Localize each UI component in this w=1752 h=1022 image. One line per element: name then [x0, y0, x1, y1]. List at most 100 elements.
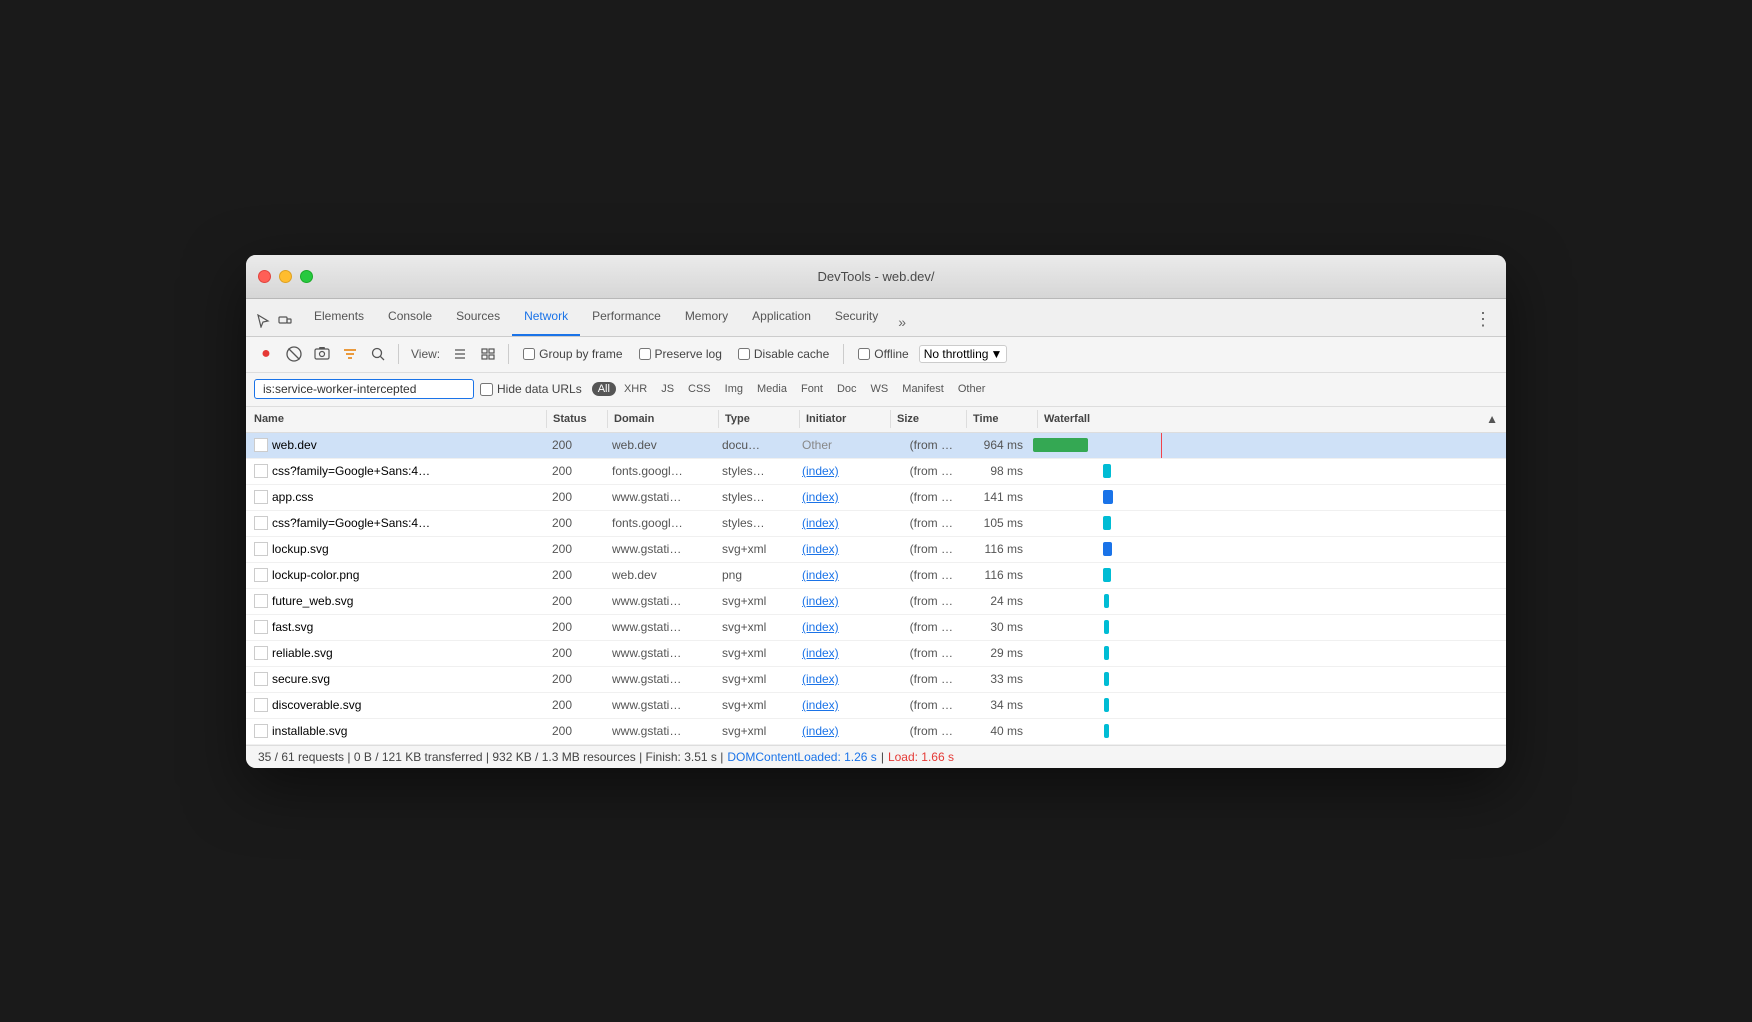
cell-initiator[interactable]: (index) — [796, 672, 886, 686]
col-header-domain[interactable]: Domain — [608, 413, 718, 425]
table-row[interactable]: lockup-color.png 200 web.dev png (index)… — [246, 563, 1506, 589]
throttle-label: No throttling — [924, 347, 989, 361]
filter-type-media[interactable]: Media — [751, 382, 793, 396]
col-header-time[interactable]: Time — [967, 413, 1037, 425]
filter-type-xhr[interactable]: XHR — [618, 382, 653, 396]
cell-domain: fonts.googl… — [606, 464, 716, 478]
col-header-status[interactable]: Status — [547, 413, 607, 425]
col-header-initiator[interactable]: Initiator — [800, 413, 890, 425]
device-icon[interactable] — [276, 312, 294, 330]
tab-security[interactable]: Security — [823, 299, 890, 336]
filter-type-css[interactable]: CSS — [682, 382, 717, 396]
preserve-log-checkbox[interactable] — [639, 348, 651, 360]
cursor-icon[interactable] — [254, 312, 272, 330]
minimize-button[interactable] — [279, 270, 292, 283]
cell-initiator[interactable]: (index) — [796, 594, 886, 608]
file-name: lockup.svg — [272, 542, 329, 556]
cell-waterfall — [1031, 614, 1506, 640]
tab-elements[interactable]: Elements — [302, 299, 376, 336]
status-separator: | — [881, 750, 884, 764]
record-button[interactable]: ● — [254, 342, 278, 366]
offline-checkbox[interactable] — [858, 348, 870, 360]
screenshot-button[interactable] — [310, 342, 334, 366]
table-row[interactable]: future_web.svg 200 www.gstati… svg+xml (… — [246, 589, 1506, 615]
cell-initiator[interactable]: (index) — [796, 542, 886, 556]
toolbar-separator-1 — [398, 344, 399, 364]
tab-more-button[interactable]: ⋮ — [1468, 309, 1498, 330]
cell-initiator[interactable]: (index) — [796, 464, 886, 478]
filter-input[interactable] — [254, 379, 474, 399]
cell-name: future_web.svg — [246, 594, 546, 608]
cell-initiator[interactable]: (index) — [796, 698, 886, 712]
filter-toggle-button[interactable] — [338, 342, 362, 366]
clear-button[interactable] — [282, 342, 306, 366]
col-header-type[interactable]: Type — [719, 413, 799, 425]
hide-data-urls-checkbox[interactable] — [480, 383, 493, 396]
cell-waterfall — [1031, 458, 1506, 484]
cell-type: styles… — [716, 464, 796, 478]
table-row[interactable]: css?family=Google+Sans:4… 200 fonts.goog… — [246, 511, 1506, 537]
disable-cache-checkbox[interactable] — [738, 348, 750, 360]
tab-sources[interactable]: Sources — [444, 299, 512, 336]
close-button[interactable] — [258, 270, 271, 283]
filter-type-ws[interactable]: WS — [865, 382, 895, 396]
tab-network[interactable]: Network — [512, 299, 580, 336]
cell-initiator[interactable]: (index) — [796, 620, 886, 634]
tab-performance[interactable]: Performance — [580, 299, 673, 336]
cell-initiator[interactable]: (index) — [796, 568, 886, 582]
waterfall-bar — [1103, 568, 1111, 582]
table-row[interactable]: app.css 200 www.gstati… styles… (index) … — [246, 485, 1506, 511]
col-header-name[interactable]: Name — [246, 413, 546, 425]
tab-memory[interactable]: Memory — [673, 299, 740, 336]
filter-type-js[interactable]: JS — [655, 382, 680, 396]
tab-overflow-button[interactable]: » — [890, 308, 914, 336]
cell-time: 40 ms — [961, 724, 1031, 738]
table-row[interactable]: css?family=Google+Sans:4… 200 fonts.goog… — [246, 459, 1506, 485]
table-row[interactable]: discoverable.svg 200 www.gstati… svg+xml… — [246, 693, 1506, 719]
offline-label: Offline — [874, 347, 908, 361]
col-header-waterfall[interactable]: Waterfall ▲ — [1038, 406, 1506, 432]
file-name: secure.svg — [272, 672, 330, 686]
cell-status: 200 — [546, 646, 606, 660]
filter-type-font[interactable]: Font — [795, 382, 829, 396]
cell-type: docu… — [716, 438, 796, 452]
group-view-button[interactable] — [476, 342, 500, 366]
filter-type-all[interactable]: All — [592, 382, 616, 396]
cell-initiator[interactable]: (index) — [796, 516, 886, 530]
filter-type-img[interactable]: Img — [719, 382, 749, 396]
filter-type-doc[interactable]: Doc — [831, 382, 863, 396]
file-icon — [254, 672, 268, 686]
cell-status: 200 — [546, 464, 606, 478]
cell-time: 105 ms — [961, 516, 1031, 530]
group-by-frame-checkbox[interactable] — [523, 348, 535, 360]
cell-name: installable.svg — [246, 724, 546, 738]
table-row[interactable]: fast.svg 200 www.gstati… svg+xml (index)… — [246, 615, 1506, 641]
maximize-button[interactable] — [300, 270, 313, 283]
waterfall-bar — [1103, 464, 1111, 478]
devtools-window: DevTools - web.dev/ Elements Console Sou… — [246, 255, 1506, 768]
cell-size: (from … — [886, 698, 961, 712]
col-status-label: Status — [553, 413, 587, 425]
list-view-button[interactable] — [448, 342, 472, 366]
table-row[interactable]: secure.svg 200 www.gstati… svg+xml (inde… — [246, 667, 1506, 693]
table-row[interactable]: installable.svg 200 www.gstati… svg+xml … — [246, 719, 1506, 745]
tab-application[interactable]: Application — [740, 299, 823, 336]
window-title: DevTools - web.dev/ — [817, 269, 934, 284]
table-row[interactable]: web.dev 200 web.dev docu… Other (from … … — [246, 433, 1506, 459]
cell-initiator[interactable]: (index) — [796, 724, 886, 738]
col-header-size[interactable]: Size — [891, 413, 966, 425]
table-row[interactable]: lockup.svg 200 www.gstati… svg+xml (inde… — [246, 537, 1506, 563]
cell-size: (from … — [886, 646, 961, 660]
network-toolbar: ● Vie — [246, 337, 1506, 373]
filter-type-other[interactable]: Other — [952, 382, 992, 396]
cell-type: svg+xml — [716, 672, 796, 686]
filter-type-manifest[interactable]: Manifest — [896, 382, 950, 396]
cell-initiator[interactable]: (index) — [796, 646, 886, 660]
tab-console[interactable]: Console — [376, 299, 444, 336]
file-icon — [254, 438, 268, 452]
cell-initiator[interactable]: (index) — [796, 490, 886, 504]
table-row[interactable]: reliable.svg 200 www.gstati… svg+xml (in… — [246, 641, 1506, 667]
tab-more-group: ⋮ — [1468, 309, 1498, 336]
search-button[interactable] — [366, 342, 390, 366]
throttle-select[interactable]: No throttling ▼ — [919, 345, 1008, 363]
